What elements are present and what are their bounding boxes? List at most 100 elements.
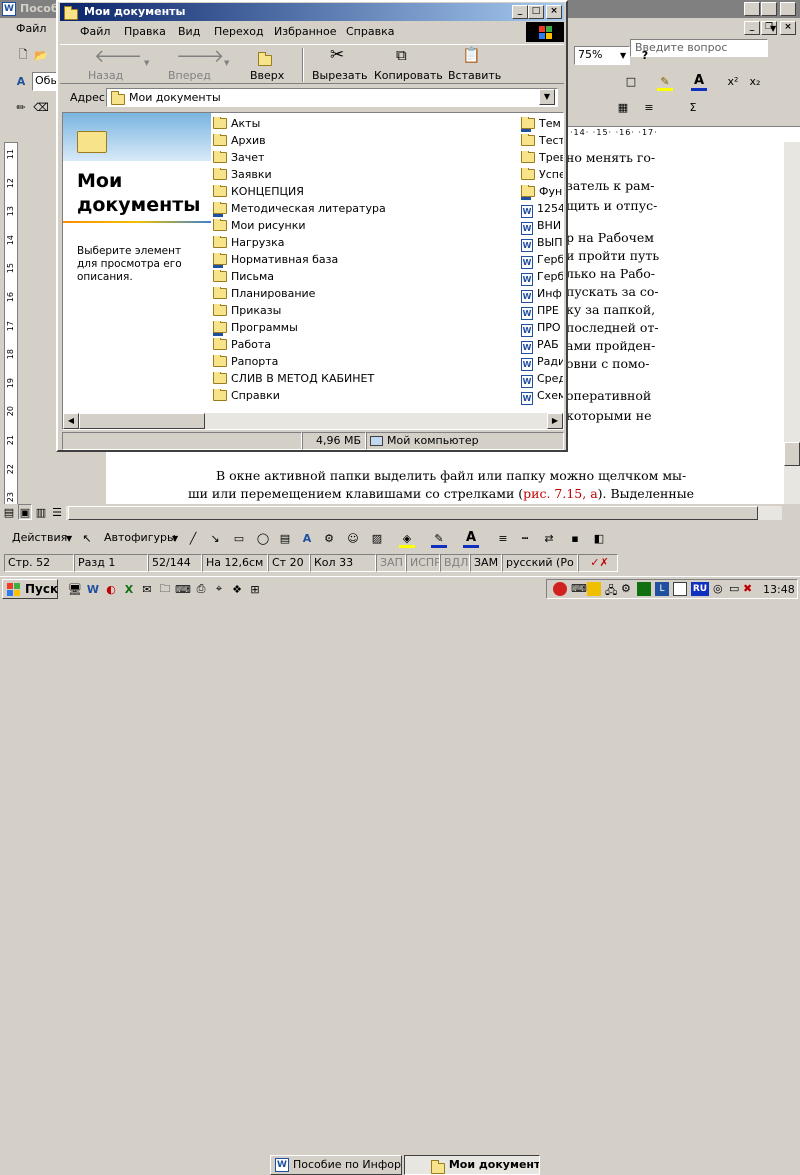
explorer-close-button[interactable]: × [546, 5, 562, 19]
help-icon[interactable]: ? [636, 46, 654, 64]
file-item[interactable]: W ПРЕ [521, 304, 563, 320]
forward-button[interactable]: Вперед [168, 69, 211, 82]
file-item[interactable]: W Инф [521, 287, 563, 303]
up-folder-icon[interactable] [258, 52, 272, 66]
quicklaunch-app3-icon[interactable]: ⌖ [210, 580, 228, 598]
paste-button[interactable]: Вставить [448, 69, 501, 82]
status-trk[interactable]: ИСПР [406, 554, 440, 572]
line-style-icon[interactable]: ≡ [494, 529, 512, 547]
styles-pane-icon[interactable]: A [12, 72, 30, 90]
word-menu-file[interactable]: Файл [16, 22, 46, 35]
tray-network-icon[interactable]: 🖧 [605, 582, 617, 601]
tray-antivirus-icon[interactable] [553, 582, 567, 596]
outline-view-icon[interactable]: ☰ [50, 504, 64, 520]
file-item[interactable]: W ВЫП [521, 236, 563, 252]
file-item[interactable]: Фун [521, 185, 563, 201]
horizontal-ruler[interactable]: ·14· ·15· ·16· ·17· [566, 126, 800, 142]
start-button[interactable]: Пуск [2, 579, 58, 599]
word-vertical-scrollbar[interactable] [784, 142, 800, 514]
file-item[interactable]: Зачет [213, 151, 513, 167]
file-item[interactable]: Методическая литература [213, 202, 513, 218]
file-item[interactable]: КОНЦЕПЦИЯ [213, 185, 513, 201]
status-ext[interactable]: ВДЛ [440, 554, 470, 572]
pencil-icon[interactable]: ✏ [12, 98, 30, 116]
spelling-status-icon[interactable]: ✓✗ [578, 554, 618, 572]
word-doc-minimize-button[interactable]: _ [744, 21, 760, 35]
arrow-tool-icon[interactable]: ↘ [206, 529, 224, 547]
explorer-menu-help[interactable]: Справка [346, 25, 394, 38]
file-item[interactable]: Архив [213, 134, 513, 150]
subscript-icon[interactable]: x₂ [746, 72, 764, 90]
tray-keyboard-icon[interactable]: ⌨ [571, 582, 587, 595]
quicklaunch-app5-icon[interactable]: ⊞ [246, 580, 264, 598]
file-item[interactable]: Нормативная база [213, 253, 513, 269]
line-tool-icon[interactable]: ╱ [184, 529, 202, 547]
cut-button[interactable]: Вырезать [312, 69, 367, 82]
file-item[interactable]: Тест [521, 134, 563, 150]
tray-app-icon[interactable] [587, 582, 601, 596]
file-item[interactable]: Заявки [213, 168, 513, 184]
shadow-icon[interactable]: ▪ [566, 529, 584, 547]
file-item[interactable]: Рапорта [213, 355, 513, 371]
quicklaunch-app2-icon[interactable]: ⎙ [192, 580, 210, 598]
file-item[interactable]: W РАБ [521, 338, 563, 354]
task-explorer[interactable]: Мои документы [404, 1155, 540, 1175]
quicklaunch-word-icon[interactable]: W [84, 580, 102, 598]
status-rec[interactable]: ЗАП [376, 554, 406, 572]
figure-reference[interactable]: рис. 7.15, а [523, 486, 598, 501]
hscroll-thumb[interactable] [79, 413, 205, 429]
word-minimize-button[interactable]: _ [744, 2, 760, 16]
wordart-icon[interactable]: A [298, 529, 316, 547]
file-item[interactable]: Нагрузка [213, 236, 513, 252]
explorer-menu-file[interactable]: Файл [80, 25, 110, 38]
file-item[interactable]: Программы [213, 321, 513, 337]
back-dropdown-icon[interactable]: ▼ [144, 59, 149, 67]
file-item[interactable]: W ПРО [521, 321, 563, 337]
dash-style-icon[interactable]: ┅ [516, 529, 534, 547]
quicklaunch-explorer-icon[interactable]: 🗀 [156, 580, 174, 598]
tray-language-icon[interactable]: RU [691, 582, 709, 596]
address-input[interactable]: Мои документы ▼ [106, 88, 558, 107]
word-doc-close-button[interactable]: × [780, 21, 796, 35]
quicklaunch-outlook-icon[interactable]: ✉ [138, 580, 156, 598]
actions-menu[interactable]: Действия [12, 531, 67, 544]
file-item[interactable]: Акты [213, 117, 513, 133]
font-color-icon[interactable]: A [690, 71, 708, 89]
file-item[interactable]: Приказы [213, 304, 513, 320]
picture-icon[interactable]: ▨ [368, 529, 386, 547]
new-doc-icon[interactable]: 🗋 [14, 46, 32, 64]
back-button[interactable]: Назад [88, 69, 123, 82]
word-hscroll-thumb[interactable] [68, 506, 758, 520]
file-item[interactable]: Трев [521, 151, 563, 167]
eraser-icon[interactable]: ⌫ [32, 98, 50, 116]
autoshapes-menu[interactable]: Автофигуры [104, 531, 176, 544]
word-restore-button[interactable]: ❐ [761, 2, 777, 16]
tray-app4-icon[interactable]: ✖ [743, 582, 752, 595]
file-item[interactable]: Тем [521, 117, 563, 133]
up-button[interactable]: Вверх [250, 69, 284, 82]
scissors-icon[interactable]: ✂ [330, 45, 344, 65]
normal-view-icon[interactable]: ▤ [2, 504, 16, 520]
explorer-hscrollbar[interactable]: ◀ ▶ [63, 413, 563, 429]
hscroll-right-button[interactable]: ▶ [547, 413, 563, 429]
align-icon[interactable]: ≡ [640, 98, 658, 116]
tray-display-icon[interactable] [637, 582, 651, 596]
quicklaunch-excel-icon[interactable]: X [120, 580, 138, 598]
file-item[interactable]: W Ради [521, 355, 563, 371]
arrow-style-icon[interactable]: ⇄ [540, 529, 558, 547]
diagram-icon[interactable]: ⚙ [320, 529, 338, 547]
file-item[interactable]: Работа [213, 338, 513, 354]
textbox-tool-icon[interactable]: ▤ [276, 529, 294, 547]
forward-dropdown-icon[interactable]: ▼ [224, 59, 229, 67]
explorer-menu-edit[interactable]: Правка [124, 25, 166, 38]
help-dropdown-icon[interactable]: ▼ [770, 24, 776, 33]
file-item[interactable]: СЛИВ В МЕТОД КАБИНЕТ [213, 372, 513, 388]
file-item[interactable]: Мои рисунки [213, 219, 513, 235]
explorer-menu-favorites[interactable]: Избранное [274, 25, 336, 38]
status-ovr[interactable]: ЗАМ [470, 554, 502, 572]
address-dropdown-icon[interactable]: ▼ [539, 89, 555, 105]
file-item[interactable]: W ВНИ [521, 219, 563, 235]
vertical-ruler[interactable]: 11 12 13 14 15 16 17 18 19 20 21 22 23 [4, 142, 18, 514]
border-icon[interactable]: □ [622, 72, 640, 90]
draw-font-color-icon[interactable]: A [462, 528, 480, 546]
